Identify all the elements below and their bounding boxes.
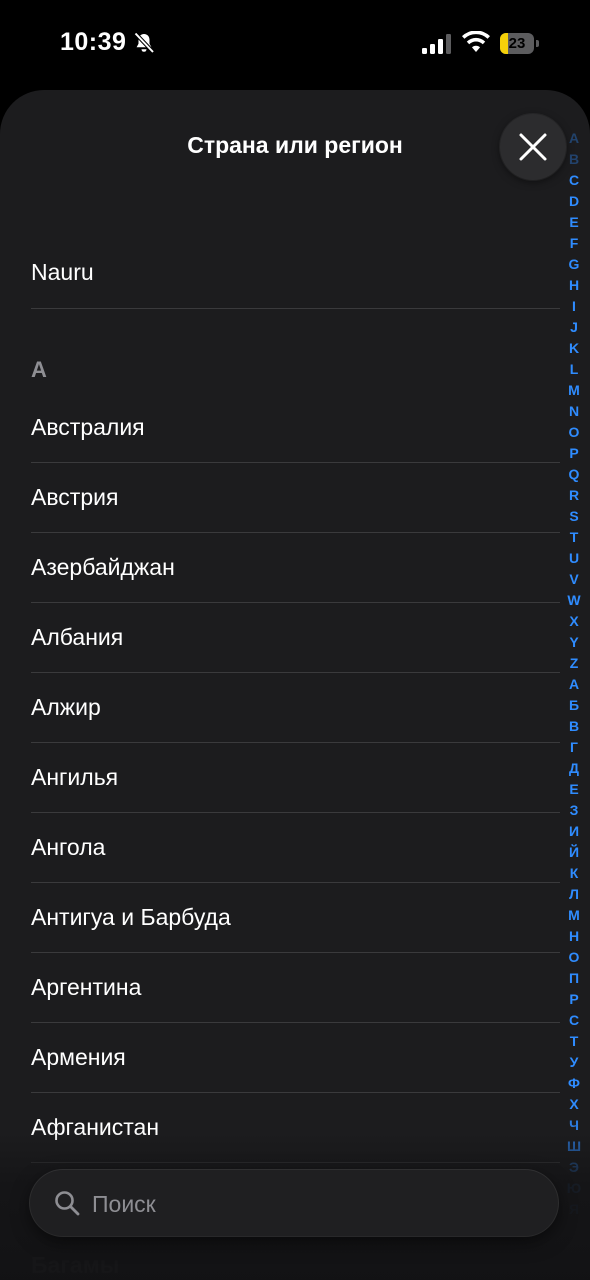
index-letter[interactable]: X [562,611,586,632]
index-letter[interactable]: Y [562,632,586,653]
index-letter[interactable]: Г [562,737,586,758]
list-item-label: Алжир [31,694,101,720]
section-header: А [31,345,560,393]
list-item[interactable]: Албания [31,603,560,673]
index-letter[interactable]: З [562,800,586,821]
index-letter[interactable]: Р [562,989,586,1010]
list-item[interactable]: Австралия [31,393,560,463]
list-item[interactable]: Австрия [31,463,560,533]
search-input[interactable] [90,1182,534,1226]
section-header-label: А [31,357,47,382]
index-letter[interactable]: M [562,380,586,401]
index-letter[interactable]: G [562,254,586,275]
index-letter[interactable]: Й [562,842,586,863]
bell-slash-icon [134,32,155,54]
list-item-label: Албания [31,624,124,650]
index-letter[interactable]: О [562,947,586,968]
list-item-label: Афганистан [31,1114,160,1140]
list-item-partially-hidden[interactable]: Багамы [31,1252,119,1279]
list-item[interactable]: Ангилья [31,743,560,813]
index-letter[interactable]: Я [562,1199,586,1220]
country-list: Nauru А Австралия Австрия Азербайджан Ал… [0,238,560,1163]
index-letter[interactable]: U [562,548,586,569]
cellular-signal-icon [422,34,451,54]
list-item[interactable]: Алжир [31,673,560,743]
list-item[interactable]: Антигуа и Барбуда [31,883,560,953]
alphabet-index[interactable]: ABCDEFGHIJKLMNOPQRSTUVWXYZАБВГДЕЗИЙКЛМНО… [562,128,586,1220]
list-item[interactable]: Азербайджан [31,533,560,603]
list-item-label: Nauru [31,259,94,285]
index-letter[interactable]: D [562,191,586,212]
list-item-label: Аргентина [31,974,142,1000]
list-item-label: Антигуа и Барбуда [31,904,231,930]
index-letter[interactable]: K [562,338,586,359]
index-letter[interactable]: Е [562,779,586,800]
index-letter[interactable]: V [562,569,586,590]
index-letter[interactable]: R [562,485,586,506]
index-letter[interactable]: P [562,443,586,464]
search-bar[interactable] [30,1170,558,1236]
status-bar: 10:39 23 [0,0,590,88]
index-letter[interactable]: Ч [562,1115,586,1136]
list-item[interactable]: Афганистан [31,1093,560,1163]
wifi-icon [462,31,490,52]
list-item-label: Австралия [31,414,145,440]
index-letter[interactable]: Х [562,1094,586,1115]
index-letter[interactable]: L [562,359,586,380]
index-letter[interactable]: W [562,590,586,611]
index-letter[interactable]: Э [562,1157,586,1178]
list-item-label: Ангола [31,834,106,860]
battery-cap [536,40,539,47]
index-letter[interactable]: Б [562,695,586,716]
battery-level: 23 [508,35,526,52]
list-item[interactable]: Ангола [31,813,560,883]
index-letter[interactable]: Z [562,653,586,674]
index-letter[interactable]: Q [562,464,586,485]
list-item-label: Азербайджан [31,554,175,580]
index-letter[interactable]: Л [562,884,586,905]
close-button[interactable] [500,114,566,180]
list-item-top[interactable]: Nauru [31,238,560,309]
index-letter[interactable]: А [562,674,586,695]
index-letter[interactable]: С [562,1010,586,1031]
index-letter[interactable]: O [562,422,586,443]
index-letter[interactable]: Ю [562,1178,586,1199]
list-item-label: Ангилья [31,764,119,790]
status-time: 10:39 [60,28,127,56]
index-letter[interactable]: Т [562,1031,586,1052]
close-icon [519,133,547,161]
index-letter[interactable]: A [562,128,586,149]
list-item[interactable]: Аргентина [31,953,560,1023]
list-item-label: Армения [31,1044,126,1070]
index-letter[interactable]: T [562,527,586,548]
index-letter[interactable]: М [562,905,586,926]
search-icon [55,1191,80,1216]
index-letter[interactable]: C [562,170,586,191]
country-picker-sheet: Страна или регион Nauru А Австралия Авст… [0,90,590,1280]
battery-body: 23 [500,33,534,54]
index-letter[interactable]: Ф [562,1073,586,1094]
index-letter[interactable]: E [562,212,586,233]
index-letter[interactable]: У [562,1052,586,1073]
index-letter[interactable]: N [562,401,586,422]
index-letter[interactable]: I [562,296,586,317]
index-letter[interactable]: Н [562,926,586,947]
index-letter[interactable]: J [562,317,586,338]
index-letter[interactable]: Ш [562,1136,586,1157]
index-letter[interactable]: S [562,506,586,527]
index-letter[interactable]: К [562,863,586,884]
index-letter[interactable]: И [562,821,586,842]
list-item-label: Австрия [31,484,119,510]
index-letter[interactable]: Д [562,758,586,779]
list-item[interactable]: Армения [31,1023,560,1093]
index-letter[interactable]: B [562,149,586,170]
index-letter[interactable]: H [562,275,586,296]
index-letter[interactable]: П [562,968,586,989]
index-letter[interactable]: F [562,233,586,254]
battery-indicator: 23 [500,33,539,54]
index-letter[interactable]: В [562,716,586,737]
